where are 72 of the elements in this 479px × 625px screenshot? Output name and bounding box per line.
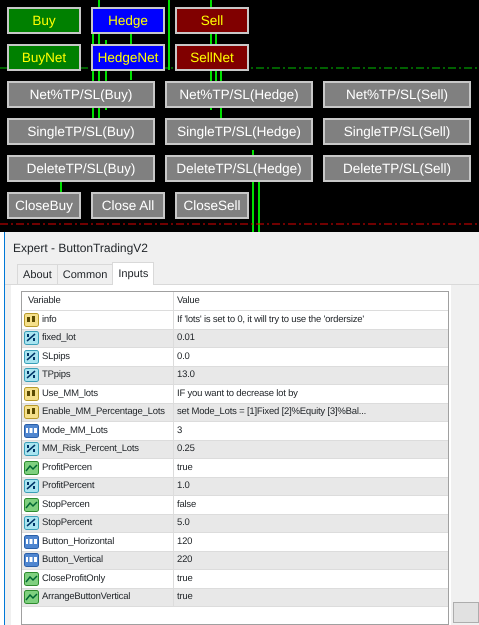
chart-button[interactable]: Net%TP/SL(Buy)	[7, 81, 155, 108]
chart-button[interactable]: CloseSell	[175, 192, 249, 219]
column-header: Variable	[27, 294, 61, 308]
variable-name: ProfitPercent	[42, 479, 94, 494]
value-cell-text: If 'lots' is set to 0, it will try to use the 'ordersize'	[176, 312, 364, 327]
variable-name: StopPercen	[42, 498, 90, 512]
dialog-button[interactable]	[453, 602, 479, 623]
chart-button[interactable]: DeleteTP/SL(Hedge)	[165, 155, 313, 182]
boolean-type-icon	[24, 590, 39, 604]
variable-name: Mode_MM_Lots	[42, 424, 108, 438]
text-type-icon	[24, 386, 39, 401]
variable-name: ArrangeButtonVertical	[42, 590, 130, 604]
value-cell-text: 120	[176, 534, 192, 549]
decimal-type-icon	[24, 516, 39, 530]
integer-type-icon	[24, 534, 39, 549]
variable-name: MM_Risk_Percent_Lots	[42, 442, 139, 456]
boolean-type-icon	[24, 572, 39, 586]
chart-button[interactable]: Hedge	[91, 7, 165, 34]
text-type-icon	[24, 405, 39, 420]
tab[interactable]: Inputs	[112, 262, 154, 285]
value-cell-text: 1.0	[176, 479, 190, 494]
variable-name: CloseProfitOnly	[42, 572, 105, 586]
integer-type-icon	[24, 553, 39, 568]
chart-button[interactable]: SingleTP/SL(Sell)	[323, 118, 471, 145]
value-cell-text: true	[176, 590, 193, 604]
column-header: Value	[176, 294, 200, 308]
boolean-type-icon	[24, 498, 39, 512]
variable-name: Enable_MM_Percentage_Lots	[42, 405, 165, 420]
decimal-type-icon	[24, 350, 39, 364]
chart-button[interactable]: SingleTP/SL(Buy)	[7, 118, 155, 145]
value-cell-text: 0.01	[176, 331, 195, 346]
variable-name: info	[42, 312, 57, 327]
decimal-type-icon	[24, 442, 39, 456]
value-cell-text: 0.0	[176, 350, 190, 364]
value-cell-text: IF you want to decrease lot by	[176, 386, 298, 401]
chart-button[interactable]: DeleteTP/SL(Buy)	[7, 155, 155, 182]
chart-button[interactable]: BuyNet	[7, 44, 81, 71]
chart-button[interactable]: Net%TP/SL(Sell)	[323, 81, 471, 108]
value-cell-text: 3	[176, 424, 182, 438]
value-cell-text: true	[176, 572, 193, 586]
chart-button[interactable]: Sell	[175, 7, 249, 34]
chart-button[interactable]: CloseBuy	[7, 192, 81, 219]
value-cell-text: set Mode_Lots = [1]Fixed [2]%Equity [3]%Bal...	[176, 405, 366, 420]
window-title: Expert - ButtonTradingV2	[12, 240, 149, 257]
decimal-type-icon	[24, 368, 39, 382]
value-cell-text: 13.0	[176, 368, 195, 382]
variable-name: ProfitPercen	[42, 460, 92, 475]
integer-type-icon	[24, 424, 39, 438]
variable-name: Button_Horizontal	[42, 534, 114, 549]
text-type-icon	[24, 312, 39, 327]
chart-button[interactable]: SingleTP/SL(Hedge)	[165, 118, 313, 145]
variable-name: TPpips	[42, 368, 70, 382]
decimal-type-icon	[24, 479, 39, 494]
chart-button[interactable]: DeleteTP/SL(Sell)	[323, 155, 471, 182]
variable-name: StopPercent	[42, 516, 92, 530]
value-cell-text: true	[176, 460, 193, 475]
chart-button[interactable]: HedgeNet	[91, 44, 165, 71]
boolean-type-icon	[24, 460, 39, 475]
variable-name: Button_Vertical	[42, 553, 103, 568]
variable-name: SLpips	[42, 350, 70, 364]
chart-button[interactable]: Buy	[7, 7, 81, 34]
chart-button[interactable]: SellNet	[175, 44, 249, 71]
variable-name: Use_MM_lots	[42, 386, 98, 401]
decimal-type-icon	[24, 331, 39, 346]
variable-name: fixed_lot	[42, 331, 76, 346]
chart-button[interactable]: Close All	[91, 192, 165, 219]
tab[interactable]: About	[17, 264, 58, 284]
value-cell-text: 5.0	[176, 516, 190, 530]
value-cell-text: false	[176, 498, 196, 512]
chart-button[interactable]: Net%TP/SL(Hedge)	[165, 81, 313, 108]
value-cell-text: 0.25	[176, 442, 195, 456]
value-cell-text: 220	[176, 553, 192, 568]
